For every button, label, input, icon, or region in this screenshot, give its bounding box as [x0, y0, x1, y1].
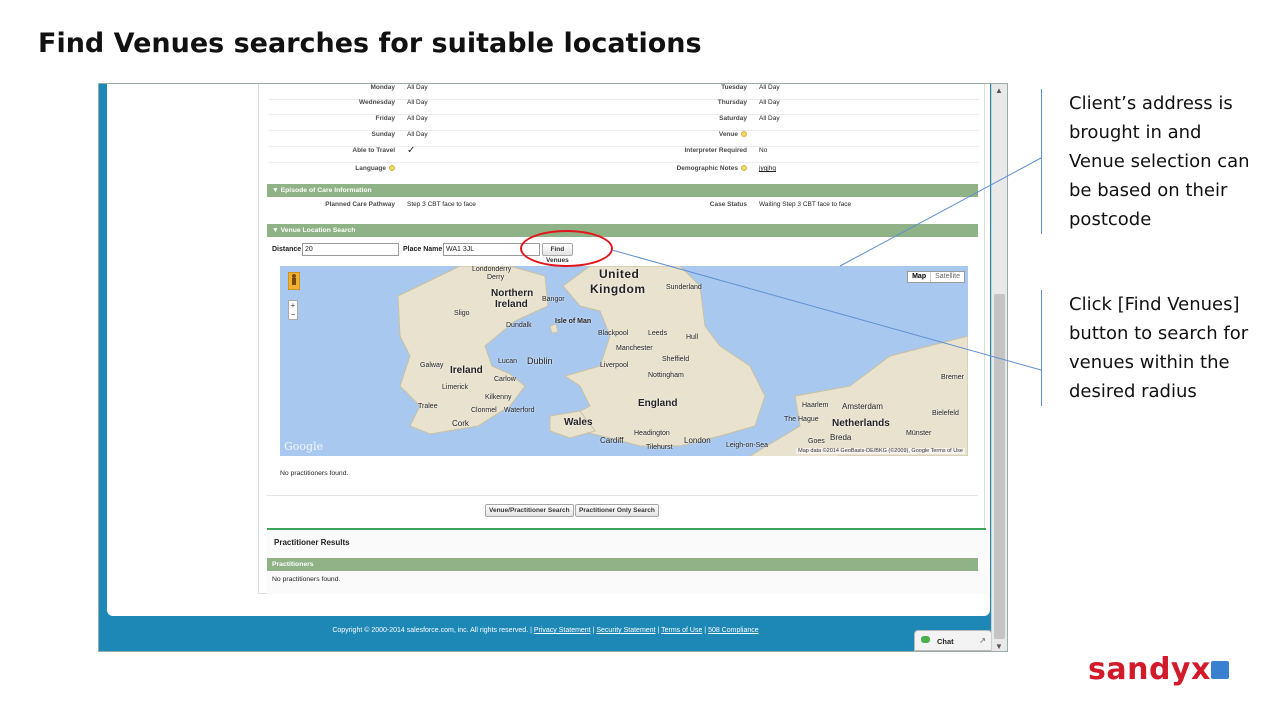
sandyx-logo: sandyx [1088, 652, 1211, 687]
sandyx-logo-mark [1211, 661, 1229, 679]
callout-client-address: Client’s address is brought in and Venue… [1041, 89, 1261, 234]
callout-find-venues: Click [Find Venues] button to search for… [1041, 290, 1261, 406]
